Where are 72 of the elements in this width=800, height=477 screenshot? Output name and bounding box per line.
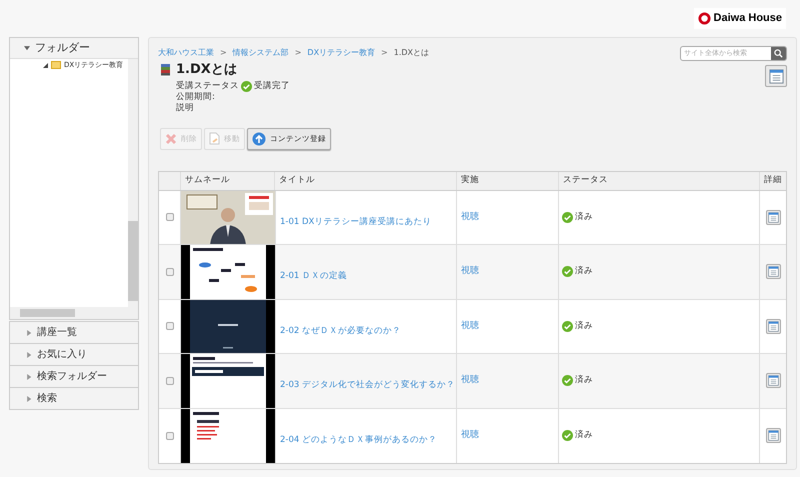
detail-icon — [768, 430, 778, 442]
detail-button[interactable] — [766, 318, 780, 334]
breadcrumb-link[interactable]: DXリテラシー教育 — [307, 47, 376, 59]
vertical-scrollbar[interactable] — [128, 59, 138, 307]
check-icon — [562, 266, 573, 278]
folder-title: フォルダー — [35, 40, 90, 56]
detail-icon — [768, 266, 778, 278]
breadcrumb-separator: > — [220, 47, 227, 59]
status-value: 受講完了 — [254, 80, 290, 92]
title-link[interactable]: 2-04 どのようなＤＸ事例があるのか？ — [280, 434, 437, 444]
status-text: 済み — [575, 320, 593, 333]
list-view-button[interactable] — [765, 65, 787, 87]
row-checkbox[interactable] — [166, 322, 174, 330]
cross-icon — [165, 132, 177, 144]
check-icon — [562, 375, 573, 386]
detail-icon — [768, 212, 778, 223]
breadcrumb-separator: > — [294, 47, 302, 59]
document-icon — [209, 132, 220, 145]
list-icon — [768, 68, 784, 84]
detail-icon — [768, 375, 778, 386]
detail-button[interactable] — [766, 428, 780, 444]
watch-link[interactable]: 視聴 — [461, 210, 479, 224]
sidebar-section[interactable]: 検索フォルダー — [10, 365, 138, 387]
row-checkbox[interactable] — [166, 213, 174, 222]
sidebar-section[interactable]: お気に入り — [10, 343, 138, 365]
check-icon — [562, 212, 573, 223]
column-header[interactable]: タイトル — [275, 172, 457, 190]
column-header[interactable]: 詳細 — [760, 172, 786, 190]
row-checkbox[interactable] — [166, 432, 174, 440]
upload-icon — [252, 132, 266, 146]
detail-button[interactable] — [766, 373, 780, 388]
column-header[interactable]: サムネール — [181, 172, 275, 190]
breadcrumb-link[interactable]: 情報システム部 — [232, 47, 289, 59]
status-text: 済み — [575, 374, 593, 388]
status-label: 受講ステータス — [176, 80, 239, 92]
ring-icon — [698, 12, 711, 25]
description-label: 説明 — [176, 102, 195, 114]
check-icon — [562, 430, 573, 442]
detail-button[interactable] — [766, 264, 780, 280]
breadcrumb-current: 1.DXとは — [394, 47, 430, 59]
watch-link[interactable]: 視聴 — [461, 320, 479, 333]
watch-link[interactable]: 視聴 — [461, 374, 479, 388]
row-checkbox[interactable] — [166, 376, 174, 385]
title-link[interactable]: 1-01 DXリテラシー講座受講にあたり — [280, 216, 432, 226]
status-text: 済み — [575, 210, 593, 224]
status-text: 済み — [575, 265, 593, 278]
detail-icon — [768, 320, 778, 332]
horizontal-scrollbar[interactable] — [10, 307, 138, 319]
period-label: 公開期間: — [176, 92, 216, 102]
column-header[interactable]: ステータス — [559, 172, 760, 190]
status-text: 済み — [575, 429, 593, 442]
check-icon — [562, 320, 573, 332]
sidebar-section[interactable]: 講座一覧 — [10, 321, 138, 343]
title-link[interactable]: 2-03 デジタル化で社会がどう変化するか？ — [280, 380, 455, 390]
folder-icon — [51, 61, 61, 70]
breadcrumb-separator: > — [381, 47, 388, 59]
books-icon — [160, 63, 172, 76]
title-link[interactable]: 2-01 ＤＸの定義 — [280, 271, 347, 281]
folder-header[interactable]: フォルダー — [10, 38, 138, 59]
sidebar-section[interactable]: 検索 — [10, 387, 138, 409]
column-header[interactable]: 実施 — [457, 172, 559, 190]
row-checkbox[interactable] — [166, 268, 174, 276]
breadcrumb-link[interactable]: 大和ハウス工業 — [158, 47, 214, 59]
check-icon — [241, 80, 252, 92]
watch-link[interactable]: 視聴 — [461, 429, 479, 442]
content-title: 1.DXとは — [176, 61, 237, 79]
detail-button[interactable] — [766, 210, 780, 225]
search-icon — [774, 49, 783, 58]
search-button[interactable] — [771, 47, 786, 60]
logo-text: Daiwa House — [714, 11, 782, 26]
watch-link[interactable]: 視聴 — [461, 265, 479, 278]
title-link[interactable]: 2-02 なぜＤＸが必要なのか？ — [280, 326, 401, 336]
